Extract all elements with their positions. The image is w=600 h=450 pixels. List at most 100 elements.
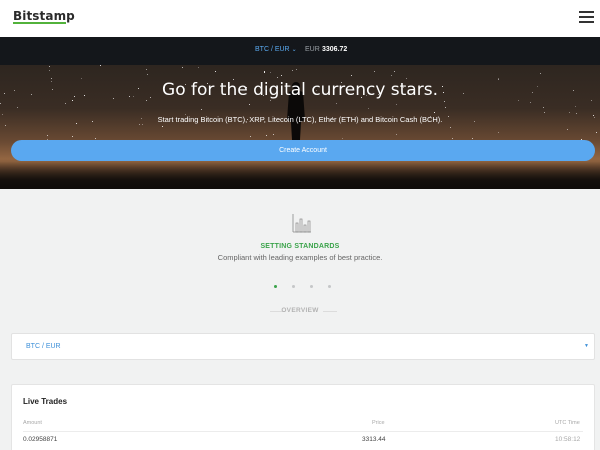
star-dot	[95, 138, 96, 139]
star-dot	[472, 138, 473, 139]
star-dot	[198, 67, 199, 68]
star-dot	[249, 104, 250, 105]
caret-down-icon: ▼	[584, 343, 589, 349]
star-dot	[406, 78, 407, 79]
star-dot	[72, 136, 73, 137]
carousel-dot-4[interactable]	[328, 285, 331, 288]
star-dot	[596, 132, 597, 133]
bar-chart-icon	[292, 214, 311, 233]
chevron-down-icon: ⌄	[291, 47, 297, 53]
star-dot	[591, 100, 592, 101]
trade-amount: 0.02958871	[23, 436, 58, 443]
star-dot	[336, 103, 337, 104]
star-dot	[540, 73, 541, 74]
ticker-price: 3306.72	[322, 46, 348, 53]
star-dot	[100, 65, 101, 66]
star-dot	[281, 75, 282, 76]
star-dot	[270, 100, 271, 101]
pair-select-value: BTC / EUR	[26, 343, 61, 350]
carousel-dot-2[interactable]	[292, 285, 295, 288]
star-dot	[72, 100, 73, 101]
star-dot	[530, 102, 531, 103]
price-ticker-bar: BTC / EUR ⌄ EUR 3306.72	[0, 37, 600, 65]
live-trades-panel: Live Trades Amount Price UTC Time 0.0295…	[11, 384, 595, 450]
ticker-pair-label: BTC / EUR	[255, 46, 290, 53]
hero-subtitle: Start trading Bitcoin (BTC), XRP, Liteco…	[157, 115, 443, 124]
feature-title: SETTING STANDARDS	[260, 243, 340, 250]
star-dot	[450, 127, 451, 128]
pair-select-dropdown[interactable]: BTC / EUR ▼	[11, 333, 595, 360]
ticker-pair-selector[interactable]: BTC / EUR ⌄	[255, 46, 297, 53]
live-trades-title: Live Trades	[23, 397, 68, 406]
hero-ground	[0, 159, 600, 189]
star-dot	[292, 70, 293, 71]
star-dot	[342, 138, 343, 139]
star-dot	[498, 132, 499, 133]
star-dot	[296, 69, 297, 70]
top-header: Bitstamp	[0, 0, 600, 37]
star-dot	[17, 107, 18, 108]
star-dot	[569, 112, 570, 113]
star-dot	[146, 69, 147, 70]
star-dot	[147, 74, 148, 75]
star-dot	[49, 70, 50, 71]
star-dot	[162, 126, 163, 127]
star-dot	[391, 75, 392, 76]
trade-price: 3313.44	[362, 436, 386, 443]
star-dot	[434, 112, 435, 113]
carousel-pagination	[272, 285, 336, 291]
star-dot	[544, 112, 545, 113]
carousel-dot-1[interactable]	[274, 285, 277, 288]
star-dot	[368, 108, 369, 109]
star-dot	[5, 125, 6, 126]
bitstamp-logo[interactable]: Bitstamp	[13, 9, 75, 23]
star-dot	[49, 66, 50, 67]
star-dot	[250, 136, 251, 137]
star-dot	[264, 72, 265, 73]
star-dot	[51, 78, 52, 79]
star-dot	[273, 134, 274, 135]
star-dot	[146, 100, 147, 101]
column-header-utc-time: UTC Time	[555, 420, 580, 426]
star-dot	[567, 129, 568, 130]
hamburger-menu-icon[interactable]	[579, 10, 594, 23]
star-dot	[374, 71, 375, 72]
star-dot	[47, 135, 48, 136]
star-dot	[277, 77, 278, 78]
star-dot	[0, 103, 1, 104]
hero-banner: Go for the digital currency stars. Start…	[0, 65, 600, 189]
column-header-price: Price	[372, 420, 385, 426]
ticker-currency: EUR	[305, 46, 320, 53]
star-dot	[396, 134, 397, 135]
overview-divider: OVERVIEW	[0, 305, 600, 317]
feature-carousel: SETTING STANDARDS Compliant with leading…	[0, 189, 600, 305]
logo-underline	[13, 22, 66, 24]
star-dot	[264, 71, 265, 72]
star-dot	[65, 103, 66, 104]
create-account-button[interactable]: Create Account	[11, 140, 595, 161]
star-dot	[351, 75, 352, 76]
star-dot	[445, 107, 446, 108]
star-dot	[394, 71, 395, 72]
star-dot	[444, 101, 445, 102]
star-dot	[266, 135, 267, 136]
hero-title: Go for the digital currency stars.	[162, 80, 438, 100]
table-divider	[23, 431, 583, 432]
star-dot	[139, 124, 140, 125]
trade-time: 10:58:12	[555, 436, 581, 443]
star-dot	[215, 71, 216, 72]
star-dot	[182, 67, 183, 68]
star-dot	[270, 72, 271, 73]
column-header-amount: Amount	[23, 420, 42, 426]
star-dot	[576, 113, 577, 114]
star-dot	[142, 124, 143, 125]
carousel-dot-3[interactable]	[310, 285, 313, 288]
star-dot	[575, 106, 576, 107]
star-dot	[543, 107, 544, 108]
star-dot	[81, 78, 82, 79]
star-dot	[452, 138, 453, 139]
star-dot	[396, 104, 397, 105]
overview-label: OVERVIEW	[281, 307, 319, 314]
feature-description: Compliant with leading examples of best …	[217, 253, 383, 262]
star-dot	[201, 109, 202, 110]
